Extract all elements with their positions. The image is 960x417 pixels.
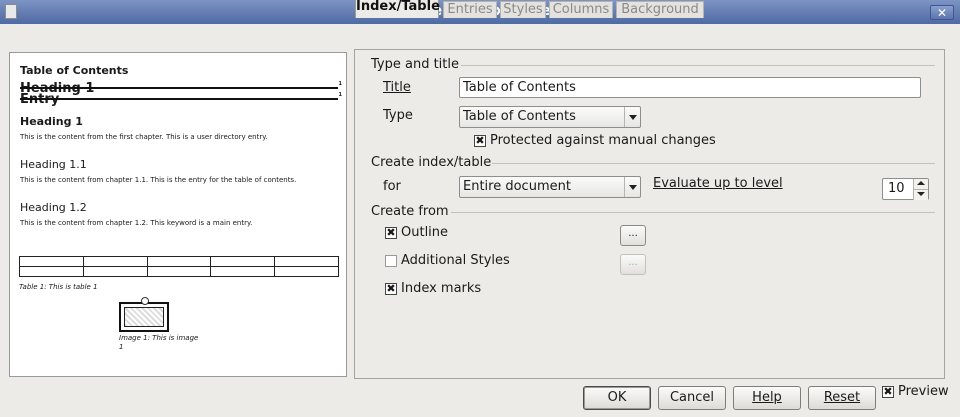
index-marks-checkbox[interactable]: ✖ [385,283,397,295]
close-icon: ✕ [936,6,948,20]
preview-heading: Heading 1.2 [20,201,87,214]
reset-button[interactable]: Reset [808,386,876,410]
additional-styles-label: Additional Styles [401,253,510,268]
preview-image [119,297,169,332]
chevron-down-icon [624,107,640,127]
level-spinner[interactable]: 10 [882,178,929,200]
help-button[interactable]: Help [733,386,801,410]
spin-up-icon[interactable] [913,179,928,189]
preview-image-caption-cont: 1 [119,343,124,351]
title-input[interactable]: Table of Contents [459,77,921,98]
spin-down-icon[interactable] [913,189,928,200]
scope-select[interactable]: Entire document [459,176,641,198]
additional-styles-checkbox[interactable] [385,255,397,267]
preview-heading: Heading 1.1 [20,158,87,171]
outline-checkbox[interactable]: ✖ [385,227,397,239]
for-label: for [383,179,401,194]
preview-toc-page: 1 [338,81,342,87]
preview-table-caption: Table 1: This is table 1 [19,283,98,291]
preview-toc-rule [20,98,338,100]
evaluate-level-label: Evaluate up to level [653,176,783,191]
preview-toc-rule [20,87,338,89]
preview-paragraph: This is the content from chapter 1.2. Th… [20,219,253,227]
level-value: 10 [888,181,905,196]
tab-background[interactable]: Background [616,1,704,18]
preview-toc-line: Heading 1 1 [20,81,342,96]
preview-title: Table of Contents [20,64,129,77]
type-select[interactable]: Table of Contents [459,106,641,128]
picture-hook-icon [141,297,149,305]
type-label: Type [383,108,413,123]
outline-options-button[interactable]: ... [620,225,646,246]
section-create-from: Create from [371,204,449,219]
preview-label: Preview [898,384,949,399]
preview-checkbox[interactable]: ✖ [882,386,894,398]
preview-pane: Table of Contents Heading 1 1 Entry 1 He… [9,52,347,377]
tab-columns[interactable]: Columns [549,1,613,18]
preview-image-caption: Image 1: This is image [119,334,199,342]
separator [451,212,935,213]
section-type-and-title: Type and title [371,57,459,72]
preview-paragraph: This is the content from chapter 1.1. Th… [20,176,297,184]
preview-toc-page: 1 [338,92,342,98]
separator [461,65,935,66]
picture-icon [124,307,164,327]
tab-index-table[interactable]: Index/Table [355,0,440,18]
chevron-down-icon [624,177,640,197]
type-select-value: Table of Contents [463,109,576,124]
protected-checkbox[interactable]: ✖ [474,135,486,147]
close-button[interactable]: ✕ [930,5,954,20]
preview-heading: Heading 1 [20,115,83,128]
tab-styles[interactable]: Styles [500,1,546,18]
preview-table [19,256,339,277]
section-create-index: Create index/table [371,155,492,170]
index-marks-label: Index marks [401,281,482,296]
scope-select-value: Entire document [463,179,571,194]
tab-entries[interactable]: Entries [443,1,497,18]
outline-label: Outline [401,225,449,240]
title-label: Title [383,80,411,95]
additional-styles-options-button[interactable]: ... [620,254,646,275]
preview-toc-line: Entry 1 [20,92,342,107]
preview-paragraph: This is the content from the first chapt… [20,133,268,141]
ok-button[interactable]: OK [583,386,651,410]
protected-label: Protected against manual changes [490,133,716,148]
cancel-button[interactable]: Cancel [658,386,726,410]
separator [492,163,935,164]
